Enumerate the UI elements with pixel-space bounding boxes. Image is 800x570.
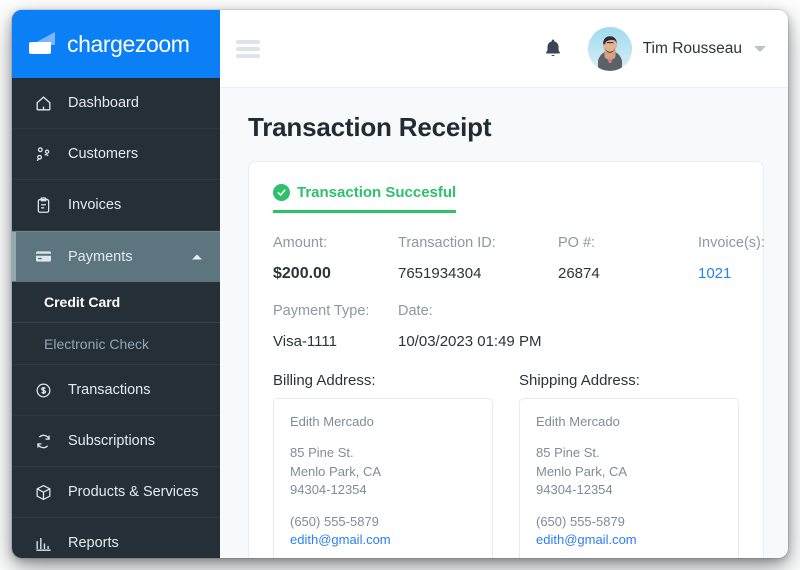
- billing-address-label: Billing Address:: [273, 372, 376, 389]
- user-avatar[interactable]: [587, 26, 632, 71]
- box-icon: [34, 483, 56, 502]
- shipping-address-box: Edith Mercado 85 Pine St. Menlo Park, CA…: [519, 398, 739, 558]
- page-content: Transaction Receipt Transaction Succesfu…: [220, 88, 788, 558]
- field-value-transaction-id: 7651934304: [398, 265, 482, 282]
- top-bar: Tim Rousseau: [220, 10, 788, 88]
- clipboard-icon: [34, 196, 56, 215]
- chevron-up-icon[interactable]: [192, 254, 202, 259]
- shipping-address-label: Shipping Address:: [519, 372, 640, 389]
- address-columns: Billing Address: Edith Mercado 85 Pine S…: [273, 372, 739, 558]
- main-area: Tim Rousseau Transaction Receipt Transac…: [220, 10, 788, 558]
- shipping-address-block: Shipping Address: Edith Mercado 85 Pine …: [519, 372, 739, 558]
- shipping-name: Edith Mercado: [536, 414, 620, 429]
- shipping-phone: (650) 555-5879: [536, 513, 625, 529]
- sidebar-item-products-services[interactable]: Products & Services: [12, 467, 220, 518]
- shipping-street: 85 Pine St. Menlo Park, CA 94304-12354: [536, 445, 628, 498]
- refresh-icon: [34, 432, 56, 451]
- field-label-po-number: PO #:: [558, 235, 596, 251]
- billing-name: Edith Mercado: [290, 414, 374, 429]
- brand-header[interactable]: chargezoom: [12, 10, 220, 78]
- field-value-po-number: 26874: [558, 265, 600, 282]
- sidebar-item-label: Customers: [68, 146, 139, 162]
- sidebar-item-label: Payments: [68, 248, 133, 265]
- status-text: Transaction Succesful: [297, 184, 457, 201]
- field-value-amount: $200.00: [273, 265, 331, 282]
- sidebar-item-customers[interactable]: Customers: [12, 129, 220, 180]
- sidebar-item-invoices[interactable]: Invoices: [12, 180, 220, 231]
- field-label-amount: Amount:: [273, 235, 327, 251]
- sidebar-subitem-credit-card[interactable]: Credit Card: [12, 282, 220, 323]
- payments-submenu: Credit Card Electronic Check: [12, 282, 220, 365]
- field-label-invoices: Invoice(s):: [698, 235, 765, 251]
- sidebar-nav: Dashboard Customers Invoices Payments Cr…: [12, 78, 220, 558]
- chevron-down-icon[interactable]: [754, 45, 766, 52]
- credit-card-icon: [34, 247, 56, 266]
- sidebar-item-label: Subscriptions: [68, 433, 156, 449]
- sidebar-item-dashboard[interactable]: Dashboard: [12, 78, 220, 129]
- chargezoom-logo-icon: [28, 31, 58, 57]
- bar-chart-icon: [34, 534, 56, 553]
- field-label-date: Date:: [398, 303, 433, 319]
- shipping-email[interactable]: edith@gmail.com: [536, 531, 722, 549]
- user-name: Tim Rousseau: [642, 39, 742, 57]
- sidebar-item-subscriptions[interactable]: Subscriptions: [12, 416, 220, 467]
- sidebar-item-payments[interactable]: Payments: [12, 231, 220, 282]
- field-value-invoice-link[interactable]: 1021: [698, 265, 765, 283]
- field-label-transaction-id: Transaction ID:: [398, 235, 496, 251]
- status-badge: Transaction Succesful: [273, 184, 457, 213]
- dollar-circle-icon: [34, 381, 56, 400]
- check-circle-icon: [273, 184, 290, 201]
- page-title: Transaction Receipt: [248, 112, 492, 142]
- sidebar-item-transactions[interactable]: Transactions: [12, 365, 220, 416]
- sidebar-subitem-electronic-check[interactable]: Electronic Check: [12, 323, 220, 364]
- sidebar-subitem-label: Credit Card: [44, 294, 121, 310]
- receipt-fields-row-2: Payment Type: Date: Visa-1111 10/03/2023…: [273, 303, 739, 350]
- billing-street: 85 Pine St. Menlo Park, CA 94304-12354: [290, 445, 382, 498]
- hamburger-menu-icon[interactable]: [236, 33, 260, 65]
- sidebar-item-label: Dashboard: [68, 95, 139, 111]
- billing-address-block: Billing Address: Edith Mercado 85 Pine S…: [273, 372, 493, 558]
- field-value-payment-type: Visa-1111: [273, 333, 337, 350]
- sidebar-item-label: Products & Services: [68, 484, 199, 500]
- notification-bell-icon[interactable]: [540, 36, 566, 62]
- sidebar: chargezoom Dashboard Customers Invoices: [12, 10, 220, 558]
- billing-email[interactable]: edith@gmail.com: [290, 531, 476, 549]
- receipt-card: Transaction Succesful Amount: Transactio…: [248, 161, 765, 558]
- sidebar-item-label: Reports: [68, 535, 119, 551]
- sidebar-item-label: Transactions: [68, 382, 151, 398]
- billing-address-box: Edith Mercado 85 Pine St. Menlo Park, CA…: [273, 398, 493, 558]
- app-window: chargezoom Dashboard Customers Invoices: [12, 10, 788, 558]
- sidebar-item-label: Invoices: [68, 197, 122, 213]
- sidebar-item-reports[interactable]: Reports: [12, 518, 220, 558]
- sidebar-subitem-label: Electronic Check: [44, 335, 150, 352]
- brand-name: chargezoom: [67, 30, 190, 57]
- field-value-date: 10/03/2023 01:49 PM: [398, 333, 542, 350]
- billing-phone: (650) 555-5879: [290, 513, 379, 529]
- users-icon: [34, 145, 56, 164]
- home-icon: [34, 94, 56, 113]
- receipt-fields-row-1: Amount: Transaction ID: PO #: Invoice(s)…: [273, 235, 765, 283]
- field-label-payment-type: Payment Type:: [273, 303, 370, 319]
